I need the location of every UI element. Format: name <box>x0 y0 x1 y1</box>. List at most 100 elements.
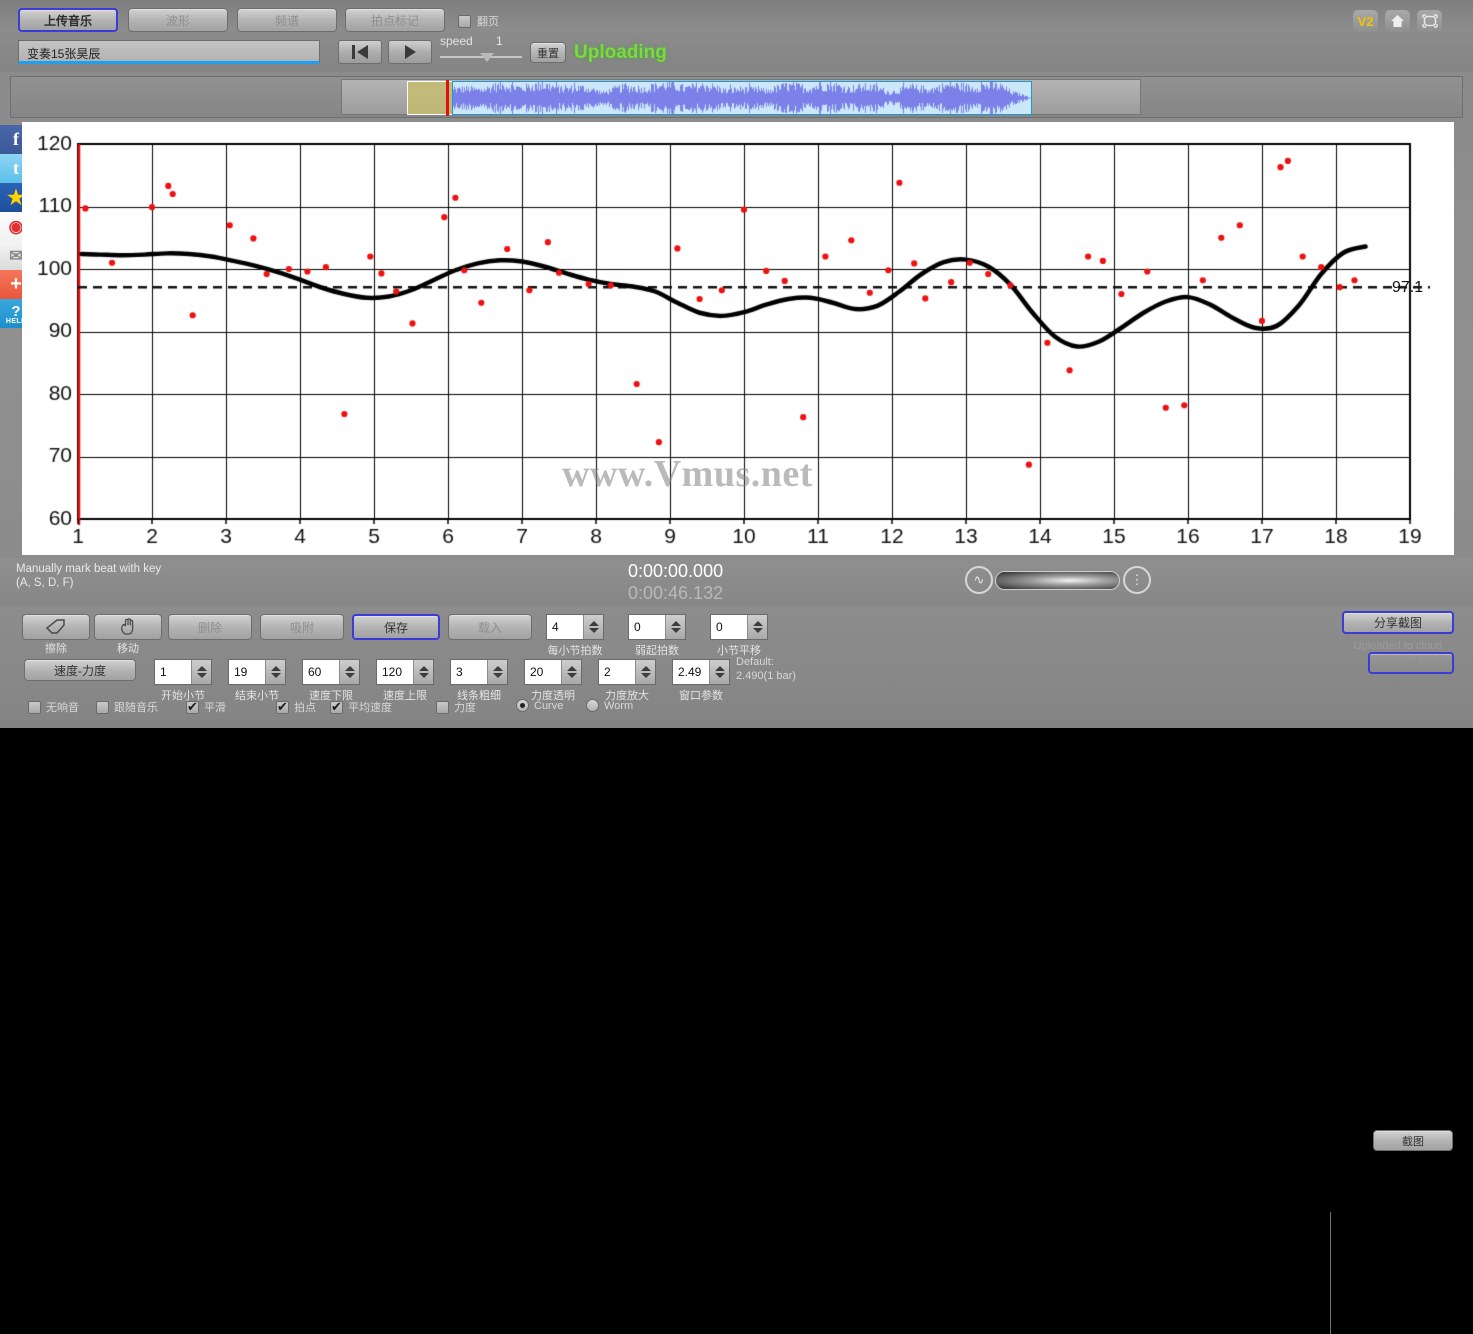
bar-shift-value[interactable]: 0 <box>711 615 747 639</box>
start-bar-value[interactable]: 1 <box>155 660 191 684</box>
panel-divider <box>1330 1212 1331 1334</box>
beat-points-label: 拍点 <box>294 702 316 714</box>
waveform-selection-region[interactable] <box>407 81 457 115</box>
average-tempo-checkbox[interactable]: 平均速度 <box>330 699 392 715</box>
start-bar-arrows[interactable] <box>191 660 211 684</box>
line-width-arrows[interactable] <box>487 660 507 684</box>
beat-points-checkbox[interactable]: 拍点 <box>276 699 316 715</box>
dynamics-scale-value[interactable]: 2 <box>599 660 635 684</box>
rewind-triangle-icon <box>357 45 368 59</box>
erase-tool-button[interactable] <box>22 614 90 640</box>
smooth-checkbox[interactable]: 平滑 <box>186 699 226 715</box>
reset-button[interactable]: 重置 <box>530 42 566 63</box>
tempo-min-value[interactable]: 60 <box>303 660 339 684</box>
end-bar-arrows[interactable] <box>265 660 285 684</box>
rewind-to-start-button[interactable] <box>338 40 382 64</box>
dynamics-opacity-arrows[interactable] <box>561 660 581 684</box>
no-resonance-box[interactable] <box>28 700 41 714</box>
pickup-beats-arrows[interactable] <box>665 615 685 639</box>
tab-spectrum[interactable]: 频谱 <box>237 8 337 32</box>
volume-track[interactable] <box>995 571 1120 590</box>
hint-line-1: Manually mark beat with key <box>16 563 162 575</box>
window-param-label: 窗口参数 <box>679 690 723 702</box>
follow-music-box[interactable] <box>96 700 109 714</box>
dynamics-scale-arrows[interactable] <box>635 660 655 684</box>
waveform-playhead[interactable] <box>446 80 449 116</box>
waveform-audio-region[interactable] <box>452 81 1032 115</box>
move-tool-button[interactable] <box>94 614 162 640</box>
top-toolbar: 上传音乐 波形 频谱 拍点标记 翻页 变奏15张昊辰 speed 1 重置 Up… <box>0 0 1473 72</box>
beats-per-bar-stepper[interactable]: 4 <box>546 614 604 640</box>
erase-tool-label: 擦除 <box>45 643 67 655</box>
tempo-dynamics-button[interactable]: 速度-力度 <box>24 659 136 681</box>
dynamics-scale-stepper[interactable]: 2 <box>598 659 656 685</box>
play-button[interactable] <box>388 40 432 64</box>
waveform-overview-inner[interactable] <box>341 79 1141 116</box>
cloud-id-button[interactable]: 101 <box>1368 652 1454 674</box>
pickup-beats-value[interactable]: 0 <box>629 615 665 639</box>
window-param-value[interactable]: 2.49 <box>673 660 709 684</box>
pickup-beats-stepper[interactable]: 0 <box>628 614 686 640</box>
window-param-stepper[interactable]: 2.49 <box>672 659 730 685</box>
volume-high-icon[interactable]: ⋮ <box>1123 566 1151 594</box>
display-worm-dot[interactable] <box>586 699 599 712</box>
speed-slider[interactable]: speed 1 <box>440 34 522 68</box>
tempo-min-stepper[interactable]: 60 <box>302 659 360 685</box>
fullscreen-icon[interactable] <box>1417 10 1442 32</box>
flip-page-checkbox[interactable]: 翻页 <box>458 13 499 29</box>
volume-slider[interactable]: ∿ ⋮ <box>965 566 1155 596</box>
tempo-chart-canvas[interactable] <box>22 122 1454 555</box>
bar-shift-stepper[interactable]: 0 <box>710 614 768 640</box>
line-width-value[interactable]: 3 <box>451 660 487 684</box>
tempo-chart-panel[interactable]: www.Vmus.net <box>22 122 1454 555</box>
screenshot-button[interactable]: 截图 <box>1373 1130 1453 1151</box>
waveform-overview-bar[interactable] <box>10 76 1463 118</box>
no-resonance-checkbox[interactable]: 无响音 <box>28 699 79 715</box>
beat-points-box[interactable] <box>276 699 289 715</box>
tempo-max-arrows[interactable] <box>413 660 433 684</box>
save-button[interactable]: 保存 <box>352 614 440 640</box>
cloud-upload-status: Uploaded to cloud <box>1353 640 1443 652</box>
dynamics-box[interactable] <box>436 700 449 714</box>
average-tempo-box[interactable] <box>330 699 343 715</box>
beats-per-bar-value[interactable]: 4 <box>547 615 583 639</box>
share-screenshot-button[interactable]: 分享截图 <box>1342 611 1454 634</box>
tab-beat-marks[interactable]: 拍点标记 <box>345 8 445 32</box>
speed-knob[interactable] <box>480 53 494 62</box>
tempo-max-stepper[interactable]: 120 <box>376 659 434 685</box>
end-bar-stepper[interactable]: 19 <box>228 659 286 685</box>
hand-icon <box>121 618 134 635</box>
song-title-field[interactable]: 变奏15张昊辰 <box>18 40 320 64</box>
version-badge[interactable]: V2 <box>1353 10 1378 32</box>
average-tempo-label: 97.1 <box>1392 279 1424 296</box>
end-bar-value[interactable]: 19 <box>229 660 265 684</box>
dynamics-checkbox[interactable]: 力度 <box>436 699 476 715</box>
dynamics-opacity-stepper[interactable]: 20 <box>524 659 582 685</box>
tab-waveform[interactable]: 波形 <box>128 8 228 32</box>
smooth-box[interactable] <box>186 699 199 715</box>
load-button[interactable]: 载入 <box>448 614 532 640</box>
tempo-max-value[interactable]: 120 <box>377 660 413 684</box>
eraser-icon <box>45 619 65 634</box>
window-param-arrows[interactable] <box>709 660 729 684</box>
vmus-app-window: 上传音乐 波形 频谱 拍点标记 翻页 变奏15张昊辰 speed 1 重置 Up… <box>0 0 1473 1334</box>
flip-page-label: 翻页 <box>477 16 499 28</box>
dynamics-opacity-value[interactable]: 20 <box>525 660 561 684</box>
snap-button[interactable]: 吸附 <box>260 614 344 640</box>
display-curve-radio[interactable]: Curve <box>516 699 563 712</box>
flip-page-box[interactable] <box>458 14 471 28</box>
line-width-stepper[interactable]: 3 <box>450 659 508 685</box>
tempo-min-arrows[interactable] <box>339 660 359 684</box>
time-display: 0:00:00.000 0:00:46.132 <box>628 560 723 604</box>
volume-low-icon[interactable]: ∿ <box>965 566 993 594</box>
tab-upload-music[interactable]: 上传音乐 <box>18 8 118 32</box>
follow-music-checkbox[interactable]: 跟随音乐 <box>96 699 158 715</box>
start-bar-stepper[interactable]: 1 <box>154 659 212 685</box>
display-worm-radio[interactable]: Worm <box>586 699 633 712</box>
beats-per-bar-arrows[interactable] <box>583 615 603 639</box>
delete-button[interactable]: 删除 <box>168 614 252 640</box>
hint-line-2: (A, S, D, F) <box>16 577 74 589</box>
display-curve-dot[interactable] <box>516 699 529 712</box>
home-icon[interactable] <box>1385 10 1410 32</box>
bar-shift-arrows[interactable] <box>747 615 767 639</box>
